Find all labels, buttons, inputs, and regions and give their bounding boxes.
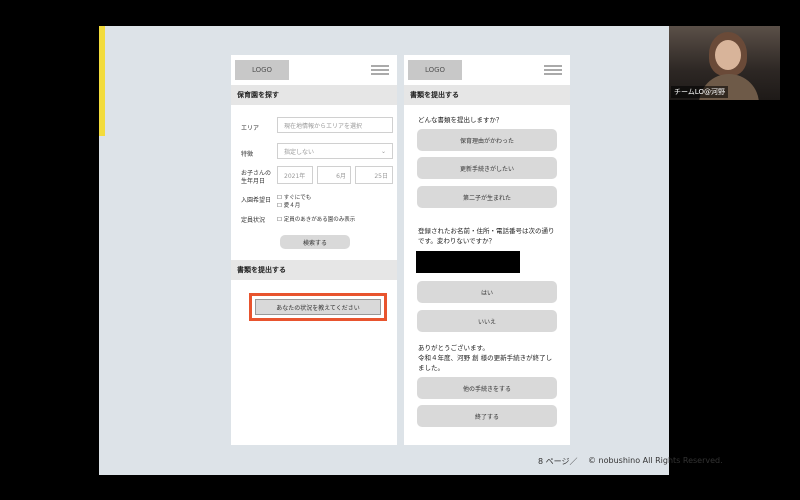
feature-label: 特徴 (241, 151, 254, 158)
entry-label: 入園希望日 (241, 197, 272, 204)
page-number: 8 ページ／ (538, 457, 578, 466)
area-label: エリア (241, 125, 260, 132)
birth-day-value: 25日 (374, 172, 388, 180)
birth-month-field[interactable]: 6月 (317, 166, 351, 184)
no-button[interactable]: いいえ (417, 310, 557, 332)
participant-video[interactable]: チームLO@河野 (669, 26, 780, 100)
capacity-label: 定員状況 (241, 217, 266, 224)
question-document-type: どんな書類を提出しますか？ (418, 116, 503, 124)
section-header-submit: 書類を提出する (231, 260, 397, 280)
redacted-info-block (416, 251, 520, 273)
other-procedure-button[interactable]: 他の手続きをする (417, 377, 557, 399)
yes-button[interactable]: はい (417, 281, 557, 303)
birth-month-value: 6月 (336, 172, 346, 180)
screen: LOGO 保育園を探す エリア 現在地情報からエリアを選択 特徴 指定しない ⌄… (0, 0, 800, 500)
option-second-child[interactable]: 第二子が生まれた (417, 186, 557, 208)
birth-day-field[interactable]: 25日 (355, 166, 393, 184)
question-confirm-line2: です。変わりないですか？ (418, 237, 496, 245)
section-header-search: 保育園を探す (231, 85, 397, 105)
highlight-frame: あなたの状況を教えてください (249, 293, 387, 321)
feature-select[interactable]: 指定しない ⌄ (277, 143, 393, 159)
phone-mockup-search: LOGO 保育園を探す エリア 現在地情報からエリアを選択 特徴 指定しない ⌄… (231, 55, 397, 445)
capacity-option[interactable]: ☐ 定員のあきがある園のみ表示 (277, 215, 355, 223)
question-confirm-line1: 登録されたお名前・住所・電話番号は次の通り (418, 227, 555, 235)
hamburger-menu-icon[interactable] (371, 65, 389, 75)
section-header-submit: 書類を提出する (404, 85, 570, 105)
person-face (715, 40, 741, 70)
top-bar: LOGO (404, 55, 570, 85)
feature-value: 指定しない (284, 148, 315, 156)
logo: LOGO (408, 60, 462, 80)
slide-accent-bar (99, 26, 105, 136)
birth-year-field[interactable]: 2021年 (277, 166, 313, 184)
end-button[interactable]: 終了する (417, 405, 557, 427)
entry-option-april[interactable]: ☐ 愛４月 (277, 201, 300, 209)
phone-mockup-submit: LOGO 書類を提出する どんな書類を提出しますか？ 保育理由がかわった 更新手… (404, 55, 570, 445)
chevron-down-icon: ⌄ (380, 148, 386, 155)
birthday-label-2: 生年月日 (241, 178, 266, 185)
logo: LOGO (235, 60, 289, 80)
thanks-line2: 令和４年度、河野 創 様の更新手続きが終了し (418, 354, 553, 362)
thanks-line3: ました。 (418, 364, 444, 372)
top-bar: LOGO (231, 55, 397, 85)
area-placeholder: 現在地情報からエリアを選択 (284, 122, 363, 130)
copyright-text: © nobushino All Rights Reserved. (588, 456, 723, 465)
area-select[interactable]: 現在地情報からエリアを選択 (277, 117, 393, 133)
birth-year-value: 2021年 (284, 172, 306, 180)
thanks-line1: ありがとうございます。 (418, 344, 489, 352)
search-button[interactable]: 検索する (280, 235, 350, 249)
participant-name: チームLO@河野 (671, 86, 728, 98)
entry-option-asap[interactable]: ☐ すぐにでも (277, 193, 311, 201)
status-button[interactable]: あなたの状況を教えてください (255, 299, 381, 315)
option-renewal[interactable]: 更新手続きがしたい (417, 157, 557, 179)
hamburger-menu-icon[interactable] (544, 65, 562, 75)
option-reason-changed[interactable]: 保育理由がかわった (417, 129, 557, 151)
